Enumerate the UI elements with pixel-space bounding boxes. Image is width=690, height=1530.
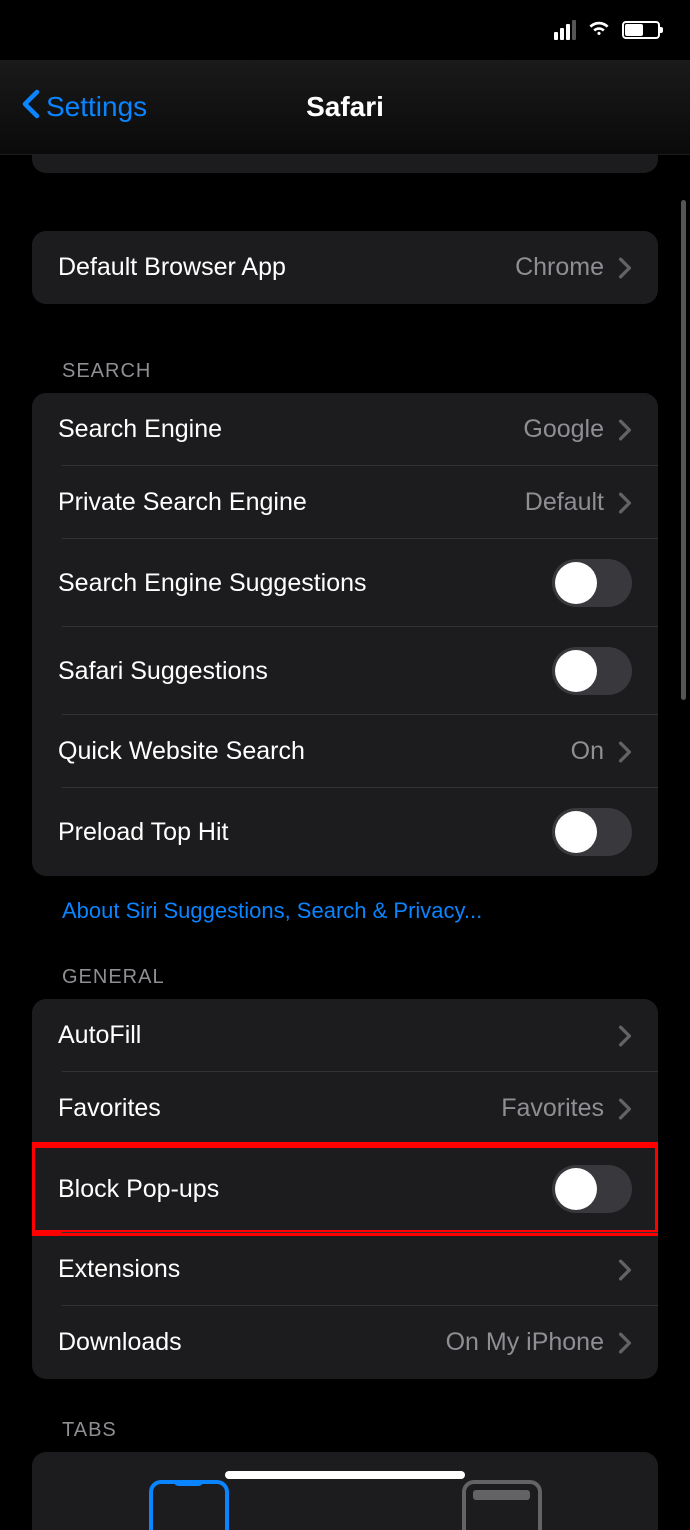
chevron-left-icon	[20, 89, 42, 126]
wifi-icon	[586, 15, 612, 46]
home-indicator[interactable]	[225, 1471, 465, 1479]
status-bar	[0, 0, 690, 60]
row-value: Favorites	[501, 1094, 604, 1123]
chevron-right-icon	[618, 741, 632, 763]
default-browser-group: Default Browser App Chrome	[32, 231, 658, 304]
tabs-preview-group	[32, 1452, 658, 1530]
preload-top-hit-toggle[interactable]	[552, 808, 632, 856]
row-label: Search Engine Suggestions	[58, 569, 552, 598]
chevron-right-icon	[618, 492, 632, 514]
chevron-right-icon	[618, 1259, 632, 1281]
scrollbar[interactable]	[681, 200, 686, 700]
extensions-row[interactable]: Extensions	[32, 1233, 658, 1306]
private-search-engine-row[interactable]: Private Search Engine Default	[32, 466, 658, 539]
safari-suggestions-row: Safari Suggestions	[32, 627, 658, 715]
navigation-bar: Settings Safari	[0, 60, 690, 155]
search-section-header: SEARCH	[32, 360, 658, 393]
chevron-right-icon	[618, 1098, 632, 1120]
page-title: Safari	[306, 91, 384, 123]
partial-row	[32, 155, 658, 173]
tab-layout-option-compact[interactable]	[149, 1480, 229, 1530]
row-label: AutoFill	[58, 1021, 618, 1050]
autofill-row[interactable]: AutoFill	[32, 999, 658, 1072]
favorites-row[interactable]: Favorites Favorites	[32, 1072, 658, 1145]
downloads-row[interactable]: Downloads On My iPhone	[32, 1306, 658, 1379]
row-value: Google	[523, 415, 604, 444]
battery-icon	[622, 21, 660, 39]
row-value: Default	[525, 488, 604, 517]
chevron-right-icon	[618, 1025, 632, 1047]
row-label: Safari Suggestions	[58, 657, 552, 686]
search-group: Search Engine Google Private Search Engi…	[32, 393, 658, 876]
preload-top-hit-row: Preload Top Hit	[32, 788, 658, 876]
row-label: Block Pop-ups	[58, 1175, 552, 1204]
row-label: Extensions	[58, 1255, 618, 1284]
safari-suggestions-toggle[interactable]	[552, 647, 632, 695]
tab-layout-option-separate[interactable]	[462, 1480, 542, 1530]
row-label: Quick Website Search	[58, 737, 571, 766]
default-browser-row[interactable]: Default Browser App Chrome	[32, 231, 658, 304]
search-engine-row[interactable]: Search Engine Google	[32, 393, 658, 466]
block-popups-toggle[interactable]	[552, 1165, 632, 1213]
row-label: Search Engine	[58, 415, 523, 444]
chevron-right-icon	[618, 257, 632, 279]
row-value: Chrome	[515, 253, 604, 282]
back-label: Settings	[46, 91, 147, 123]
siri-suggestions-link[interactable]: About Siri Suggestions, Search & Privacy…	[32, 888, 658, 924]
general-section-header: GENERAL	[32, 966, 658, 999]
quick-website-search-row[interactable]: Quick Website Search On	[32, 715, 658, 788]
search-engine-suggestions-row: Search Engine Suggestions	[32, 539, 658, 627]
tabs-section-header: TABS	[32, 1419, 658, 1452]
block-popups-row: Block Pop-ups	[32, 1145, 658, 1233]
cellular-signal-icon	[554, 20, 576, 40]
row-value: On	[571, 737, 604, 766]
general-group: AutoFill Favorites Favorites Block Pop-u…	[32, 999, 658, 1379]
search-engine-suggestions-toggle[interactable]	[552, 559, 632, 607]
row-label: Preload Top Hit	[58, 818, 552, 847]
row-label: Default Browser App	[58, 253, 515, 282]
chevron-right-icon	[618, 1332, 632, 1354]
back-button[interactable]: Settings	[20, 89, 147, 126]
row-value: On My iPhone	[446, 1328, 604, 1357]
chevron-right-icon	[618, 419, 632, 441]
row-label: Downloads	[58, 1328, 446, 1357]
row-label: Favorites	[58, 1094, 501, 1123]
row-label: Private Search Engine	[58, 488, 525, 517]
